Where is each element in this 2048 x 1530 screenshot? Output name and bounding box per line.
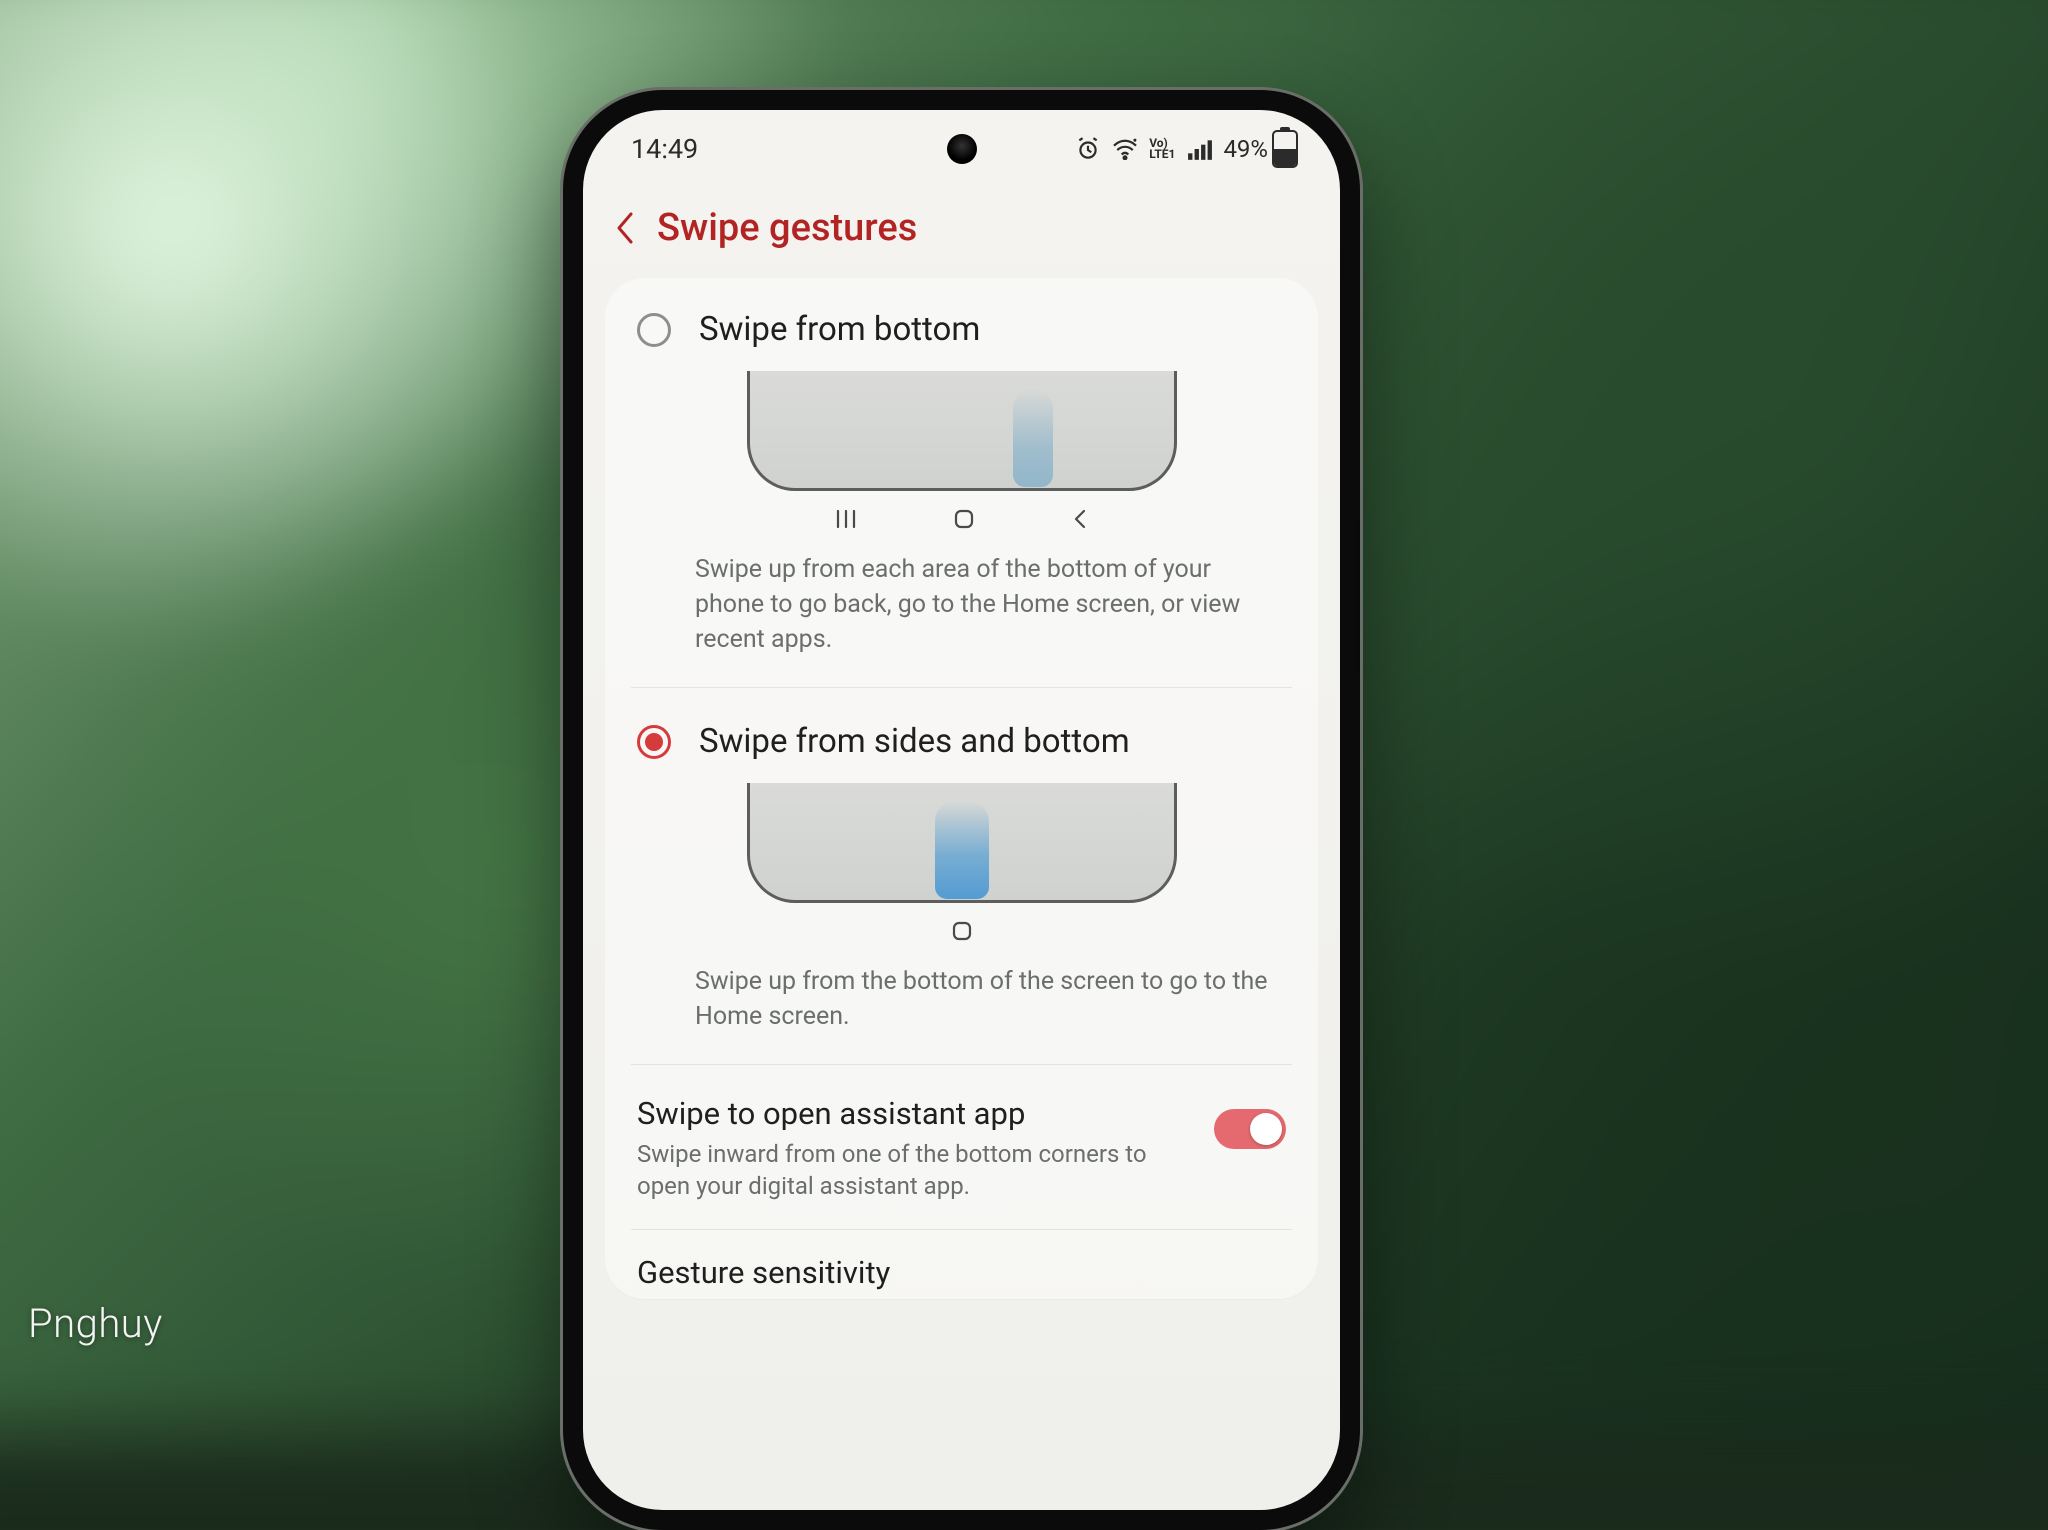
home-icon xyxy=(950,919,974,950)
radio-checked-icon[interactable] xyxy=(637,725,671,759)
page-title: Swipe gestures xyxy=(657,206,917,250)
battery-percent: 49% xyxy=(1223,135,1268,163)
row-gesture-sensitivity[interactable]: Gesture sensitivity xyxy=(631,1229,1292,1291)
option-swipe-from-bottom[interactable]: Swipe from bottom xyxy=(631,304,1292,687)
recents-icon xyxy=(834,507,858,538)
phone-screen: 14:49 xyxy=(583,110,1340,1510)
home-icon xyxy=(952,507,976,538)
option-description: Swipe up from each area of the bottom of… xyxy=(695,552,1280,657)
option-label: Swipe from bottom xyxy=(699,310,980,349)
radio-unchecked-icon[interactable] xyxy=(637,313,671,347)
wifi-icon xyxy=(1111,138,1139,160)
option-description: Swipe up from the bottom of the screen t… xyxy=(695,964,1280,1034)
nav-icons-row xyxy=(631,919,1292,950)
toggle-switch-on[interactable] xyxy=(1214,1109,1286,1149)
row-assistant-app[interactable]: Swipe to open assistant app Swipe inward… xyxy=(631,1064,1292,1229)
battery-icon xyxy=(1272,130,1298,168)
signal-icon xyxy=(1187,138,1213,160)
phone-body: 14:49 xyxy=(563,90,1360,1530)
option-swipe-sides-bottom[interactable]: Swipe from sides and bottom Swipe up fro… xyxy=(631,687,1292,1064)
row-subtitle: Swipe inward from one of the bottom corn… xyxy=(637,1138,1157,1203)
watermark-text: Pnghuy xyxy=(28,1300,163,1347)
status-time: 14:49 xyxy=(631,133,698,165)
alarm-icon xyxy=(1075,136,1101,162)
back-nav-icon xyxy=(1070,507,1090,538)
swipe-hint-icon xyxy=(935,801,989,899)
volte-icon: Vo)LTE1 xyxy=(1149,138,1177,160)
page-header: Swipe gestures xyxy=(583,188,1340,278)
gesture-demo-sides xyxy=(747,783,1177,903)
swipe-hint-icon xyxy=(1013,389,1053,487)
settings-card: Swipe from bottom xyxy=(605,278,1318,1299)
row-title: Swipe to open assistant app xyxy=(637,1095,1194,1132)
back-icon[interactable] xyxy=(613,210,637,246)
settings-content: Swipe gestures Swipe from bottom xyxy=(583,188,1340,1510)
status-icons: Vo)LTE1 49% xyxy=(1075,130,1298,168)
row-title: Gesture sensitivity xyxy=(637,1254,890,1291)
option-label: Swipe from sides and bottom xyxy=(699,722,1130,761)
camera-punch-hole xyxy=(947,134,977,164)
nav-icons-row xyxy=(631,507,1292,538)
gesture-demo-bottom xyxy=(747,371,1177,491)
